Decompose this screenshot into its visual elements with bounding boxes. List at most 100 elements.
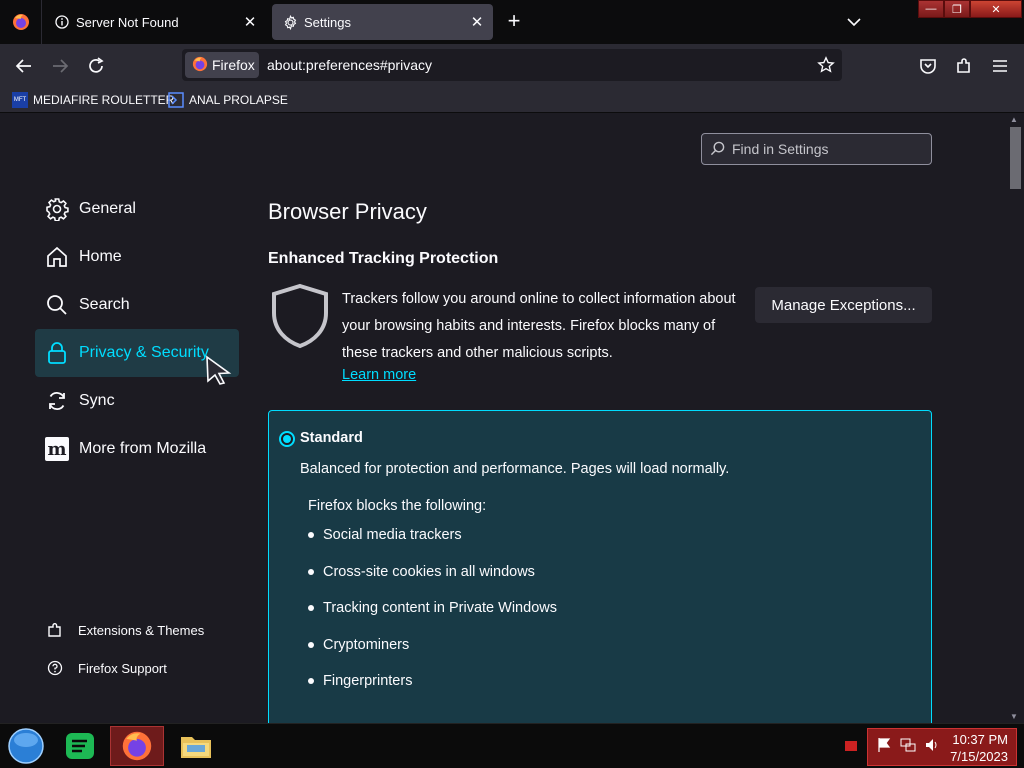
home-icon [45, 245, 69, 269]
firefox-taskbar-icon[interactable] [110, 726, 164, 766]
taskbar: 10:37 PM 7/15/2023 [0, 723, 1024, 768]
lock-icon [45, 341, 69, 365]
tab-strip: Server Not Found ✕ Settings ✕ + — ❐ ✕ [0, 0, 1024, 44]
settings-page: Find in Settings General Home Search Pri… [0, 113, 1024, 723]
category-label: More from Mozilla [79, 440, 207, 457]
flag-icon[interactable] [876, 737, 892, 758]
back-arrow-icon[interactable] [10, 52, 38, 80]
system-tray: 10:37 PM 7/15/2023 [867, 728, 1017, 766]
shield-icon [272, 283, 328, 349]
page-title: Browser Privacy [268, 199, 427, 224]
blocked-item-label: Cross-site cookies in all windows [323, 564, 535, 580]
standard-description: Balanced for protection and performance.… [300, 461, 730, 477]
standard-radio[interactable] [279, 431, 295, 447]
category-label: Search [79, 296, 130, 313]
info-icon [54, 14, 70, 30]
blocked-item-label: Social media trackers [323, 527, 462, 543]
bookmark-label: ANAL PROLAPSE [189, 93, 288, 107]
category-label: Privacy & Security [79, 344, 209, 361]
close-tab-icon[interactable]: ✕ [467, 12, 487, 32]
scroll-down-icon[interactable]: ▼ [1010, 712, 1018, 721]
url-text[interactable]: about:preferences#privacy [267, 57, 432, 73]
file-explorer-icon[interactable] [174, 726, 218, 766]
mediafire-favicon-icon: MFT [12, 92, 28, 108]
extensions-themes-link[interactable]: Extensions & Themes [46, 618, 204, 642]
category-label: Sync [79, 392, 115, 409]
hamburger-menu-icon[interactable] [986, 52, 1014, 80]
close-tab-icon[interactable]: ✕ [240, 12, 260, 32]
list-item: Cross-site cookies in all windows [308, 564, 535, 580]
list-item: Social media trackers [308, 527, 462, 543]
puzzle-icon [46, 621, 64, 639]
settings-search-input[interactable]: Find in Settings [701, 133, 932, 165]
list-item: Cryptominers [308, 637, 409, 653]
pocket-icon[interactable] [914, 52, 942, 80]
chevron-down-icon[interactable] [842, 10, 866, 34]
scrollbar-thumb[interactable] [1010, 127, 1021, 189]
nav-bar: Firefox about:preferences#privacy [0, 44, 1024, 86]
category-label: General [79, 200, 136, 217]
bookmark-favicon-icon [168, 92, 184, 108]
category-label: Home [79, 248, 122, 265]
firefox-logo-icon [192, 56, 208, 75]
scrollbar[interactable]: ▲ ▼ [1007, 113, 1024, 723]
standard-protection-panel[interactable]: Standard Balanced for protection and per… [268, 410, 932, 723]
screen: Server Not Found ✕ Settings ✕ + — ❐ ✕ Fi… [0, 0, 1024, 768]
list-item: Fingerprinters [308, 673, 412, 689]
window-controls: — ❐ ✕ [918, 0, 1022, 18]
bookmark-label: MEDIAFIRE ROULETTER [33, 93, 175, 107]
sidebar-item-general[interactable]: General [35, 185, 239, 233]
sync-icon [45, 389, 69, 413]
gear-icon [282, 14, 298, 30]
tab-title: Settings [304, 14, 351, 30]
identity-label: Firefox [212, 57, 255, 73]
manage-exceptions-button[interactable]: Manage Exceptions... [755, 287, 932, 323]
mozilla-icon: m [45, 437, 69, 461]
maximize-button[interactable]: ❐ [944, 0, 970, 18]
firefox-menu-icon[interactable] [0, 0, 42, 44]
blocked-item-label: Tracking content in Private Windows [323, 600, 557, 616]
scroll-up-icon[interactable]: ▲ [1010, 115, 1018, 124]
gear-icon [45, 197, 69, 221]
firefox-support-link[interactable]: Firefox Support [46, 656, 167, 680]
bookmarks-toolbar: MFT MEDIAFIRE ROULETTER ANAL PROLAPSE [0, 86, 1024, 113]
close-window-button[interactable]: ✕ [970, 0, 1022, 18]
new-tab-button[interactable]: + [502, 10, 526, 34]
standard-title: Standard [300, 430, 363, 446]
clock[interactable]: 10:37 PM 7/15/2023 [950, 731, 1008, 765]
search-icon [710, 141, 726, 157]
url-bar[interactable]: Firefox about:preferences#privacy [182, 49, 842, 81]
search-placeholder: Find in Settings [732, 141, 829, 157]
tab-title: Server Not Found [76, 14, 179, 30]
mouse-cursor-icon [206, 355, 232, 385]
help-icon [46, 659, 64, 677]
reload-icon[interactable] [82, 52, 110, 80]
tab-settings[interactable]: Settings ✕ [272, 4, 493, 40]
sidebar-item-more-from-mozilla[interactable]: m More from Mozilla [35, 425, 239, 473]
search-icon [45, 293, 69, 317]
network-icon[interactable] [900, 737, 916, 758]
footer-label: Extensions & Themes [78, 622, 205, 638]
tab-server-not-found[interactable]: Server Not Found ✕ [44, 4, 266, 40]
bookmark-second[interactable]: ANAL PROLAPSE [168, 90, 288, 110]
tray-notification-icon[interactable] [842, 726, 860, 766]
start-orb-icon[interactable] [4, 726, 48, 766]
bookmark-star-icon[interactable] [814, 53, 838, 77]
blocked-item-label: Cryptominers [323, 637, 410, 653]
list-item: Tracking content in Private Windows [308, 600, 557, 616]
sidebar-item-search[interactable]: Search [35, 281, 239, 329]
blocked-item-label: Fingerprinters [323, 673, 413, 689]
clock-date: 7/15/2023 [950, 749, 1008, 764]
bookmark-mediafire[interactable]: MFT MEDIAFIRE ROULETTER [12, 90, 174, 110]
etp-heading: Enhanced Tracking Protection [268, 250, 499, 267]
extensions-icon[interactable] [950, 52, 978, 80]
learn-more-link[interactable]: Learn more [342, 367, 416, 383]
spotify-app-icon[interactable] [58, 726, 102, 766]
minimize-button[interactable]: — [918, 0, 944, 18]
sidebar-item-home[interactable]: Home [35, 233, 239, 281]
clock-time: 10:37 PM [952, 732, 1008, 747]
identity-box[interactable]: Firefox [185, 52, 259, 78]
forward-arrow-icon[interactable] [46, 52, 74, 80]
footer-label: Firefox Support [78, 660, 167, 676]
volume-icon[interactable] [924, 737, 940, 758]
